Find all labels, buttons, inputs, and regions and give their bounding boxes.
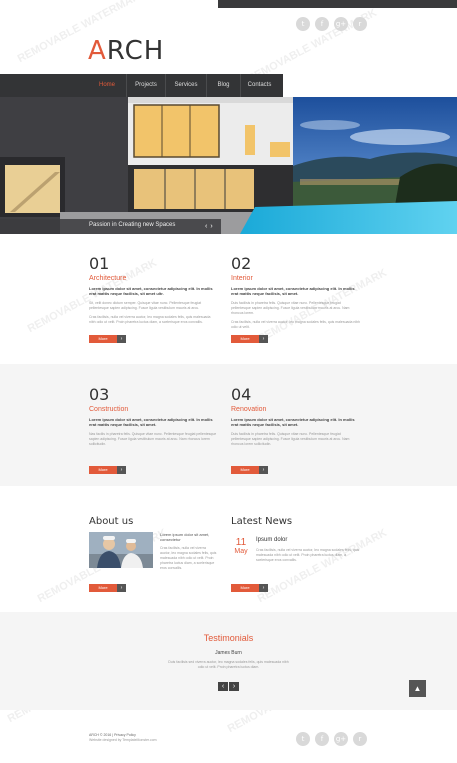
- nav-home[interactable]: Home: [88, 74, 126, 97]
- more-button-label: More: [240, 585, 250, 590]
- features-band-background: [0, 364, 457, 486]
- news-title: Latest News: [231, 516, 293, 527]
- testimonial-prev-icon[interactable]: ‹: [218, 682, 228, 691]
- hero-slider-image: [0, 97, 457, 234]
- feature-number: 02: [231, 254, 252, 273]
- more-button[interactable]: More ›: [89, 335, 126, 343]
- feature-number: 03: [89, 385, 110, 404]
- feature-lead: Lorem ipsum dolor sit amet, consectetur …: [231, 286, 355, 296]
- feature-lead: Lorem ipsum dolor sit amet, consectetur …: [89, 417, 213, 427]
- news-day: 11: [235, 537, 247, 548]
- hero-caption: Passion in Creating new Spaces: [89, 222, 176, 228]
- feature-lead: Lorem ipsum dolor sit amet, consectetur …: [231, 417, 355, 427]
- footer-text: ARCH © 2016 | Privacy Policy Website des…: [89, 733, 157, 743]
- feature-body: Cras facilisis, nulla vel viverra auctor…: [89, 315, 211, 324]
- feature-renovation: 04 Renovation Lorem ipsum dolor sit amet…: [231, 385, 361, 447]
- chevron-right-icon: ›: [117, 466, 126, 474]
- news-item: Ipsum dolor Cras facilisis, nulla vel vi…: [256, 537, 361, 563]
- google-plus-icon[interactable]: g+: [334, 17, 348, 31]
- news-headline[interactable]: Ipsum dolor: [256, 537, 361, 543]
- chevron-right-icon: ›: [259, 335, 268, 343]
- footer-credit[interactable]: Website designed by TemplateMonster.com: [89, 738, 157, 743]
- twitter-icon[interactable]: t: [296, 17, 310, 31]
- testimonial-controls: ‹ ›: [218, 682, 239, 691]
- feature-lead: Lorem ipsum dolor sit amet, consectetur …: [89, 286, 213, 296]
- nav-services[interactable]: Services: [165, 74, 206, 97]
- social-links-footer: t f g+ r: [296, 732, 367, 746]
- more-button[interactable]: More ›: [231, 335, 268, 343]
- testimonial-quote: Duis facilisis sed viverra auctor, leo m…: [168, 660, 289, 669]
- slider-next-icon[interactable]: ›: [210, 223, 212, 230]
- about-photo: [89, 532, 153, 568]
- feature-body: Duis facilisis in pharetra felis. Quisqu…: [231, 432, 350, 446]
- slider-prev-icon[interactable]: ‹: [205, 223, 207, 230]
- more-button-label: More: [240, 336, 250, 341]
- news-date: 11 May: [231, 537, 251, 555]
- about-title: About us: [89, 516, 134, 527]
- more-button-label: More: [240, 467, 250, 472]
- logo-rest: RCH: [106, 36, 165, 66]
- logo-initial: A: [88, 36, 107, 66]
- feature-title[interactable]: Construction: [89, 406, 217, 413]
- slider-controls: ‹ ›: [205, 223, 213, 230]
- more-button[interactable]: More ›: [231, 584, 268, 592]
- social-links-header: t f g+ r: [296, 17, 367, 31]
- chevron-right-icon: ›: [117, 584, 126, 592]
- feature-body: Sit, velit donec dictum semper. Quisque …: [89, 301, 202, 310]
- more-button[interactable]: More ›: [89, 584, 126, 592]
- news-body: Cras facilisis, nulla vel viverra auctor…: [256, 548, 360, 562]
- more-button[interactable]: More ›: [89, 466, 126, 474]
- rss-icon[interactable]: r: [353, 732, 367, 746]
- more-button-label: More: [98, 585, 108, 590]
- nav-blog[interactable]: Blog: [206, 74, 240, 97]
- about-lead: Lorem ipsum dolor sit amet, consectetur: [160, 532, 210, 542]
- feature-body: Cras facilisis, nulla vel viverra auctor…: [231, 320, 360, 329]
- about-body: Cras facilisis, nulla vel viverra auctor…: [160, 546, 217, 570]
- site-logo[interactable]: ARCH: [88, 36, 164, 66]
- feature-number: 01: [89, 254, 110, 273]
- facebook-icon[interactable]: f: [315, 732, 329, 746]
- feature-body: Duis facilisis in pharetra felis. Quisqu…: [231, 301, 350, 315]
- feature-title[interactable]: Interior: [231, 275, 361, 282]
- feature-title[interactable]: Renovation: [231, 406, 361, 413]
- twitter-icon[interactable]: t: [296, 732, 310, 746]
- chevron-right-icon: ›: [117, 335, 126, 343]
- chevron-right-icon: ›: [259, 466, 268, 474]
- feature-interior: 02 Interior Lorem ipsum dolor sit amet, …: [231, 254, 361, 330]
- news-month: May: [234, 548, 248, 555]
- top-dark-bar: [218, 0, 457, 8]
- main-navigation: Home Projects Services Blog Contacts: [88, 74, 278, 97]
- feature-body: Nas facilis in pharetra felis. Quisque v…: [89, 432, 217, 446]
- feature-construction: 03 Construction Lorem ipsum dolor sit am…: [89, 385, 217, 447]
- facebook-icon[interactable]: f: [315, 17, 329, 31]
- nav-contacts[interactable]: Contacts: [240, 74, 278, 97]
- feature-title[interactable]: Architecture: [89, 275, 217, 282]
- google-plus-icon[interactable]: g+: [334, 732, 348, 746]
- testimonial-author: James Burn: [215, 650, 242, 656]
- scroll-to-top-icon[interactable]: ▲: [409, 680, 426, 697]
- more-button-label: More: [98, 336, 108, 341]
- testimonial-next-icon[interactable]: ›: [229, 682, 239, 691]
- more-button-label: More: [98, 467, 108, 472]
- feature-architecture: 01 Architecture Lorem ipsum dolor sit am…: [89, 254, 217, 325]
- rss-icon[interactable]: r: [353, 17, 367, 31]
- more-button[interactable]: More ›: [231, 466, 268, 474]
- about-text: Lorem ipsum dolor sit amet, consectetur …: [160, 532, 217, 571]
- nav-projects[interactable]: Projects: [126, 74, 165, 97]
- chevron-right-icon: ›: [259, 584, 268, 592]
- feature-number: 04: [231, 385, 252, 404]
- testimonials-title: Testimonials: [203, 633, 254, 643]
